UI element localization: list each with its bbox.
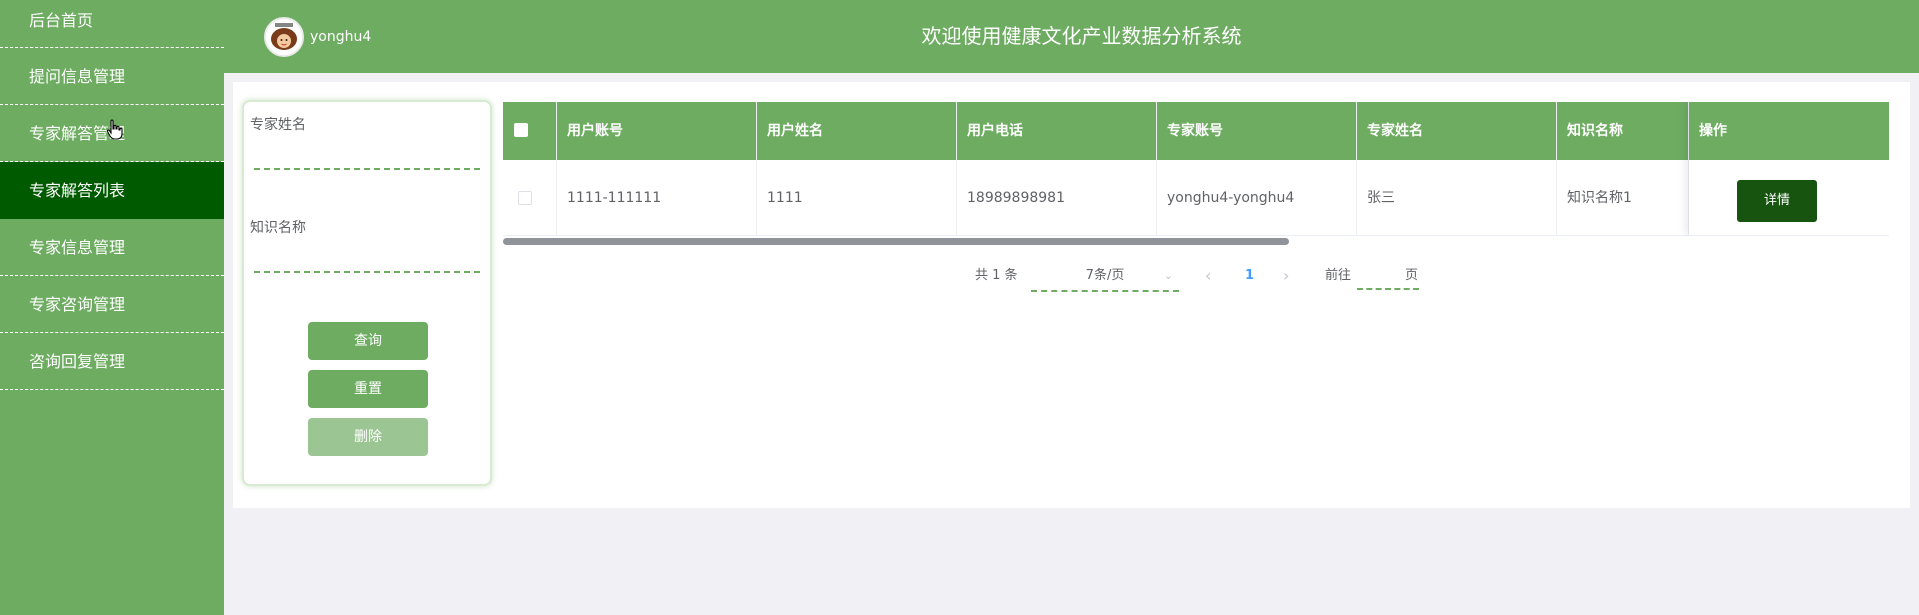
sidebar-item-home[interactable]: 后台首页 [0, 0, 224, 48]
page-number-current[interactable]: 1 [1245, 260, 1254, 292]
sidebar-item-label: 专家信息管理 [29, 238, 126, 257]
sidebar-item-label: 提问信息管理 [29, 67, 126, 86]
select-all-cell [503, 102, 557, 160]
query-button[interactable]: 查询 [308, 322, 428, 360]
chevron-down-icon: ⌄ [1163, 269, 1173, 282]
column-header-user-account[interactable]: 用户账号 [557, 102, 757, 160]
horizontal-scrollbar-thumb[interactable] [503, 238, 1289, 245]
sidebar-item-label: 专家咨询管理 [29, 295, 126, 314]
reset-button[interactable]: 重置 [308, 370, 428, 408]
table-header: 用户账号 用户姓名 用户电话 专家账号 专家姓名 知识名称 操作 [503, 102, 1889, 160]
select-all-checkbox[interactable] [514, 123, 528, 137]
sidebar: 后台首页 提问信息管理 专家解答管理 专家解答列表 专家信息管理 专家咨询管理 … [0, 0, 224, 615]
table-row: 1111-111111 1111 18989898981 yonghu4-yon… [503, 160, 1889, 236]
page-size-select[interactable]: 7条/页 ⌄ [1031, 260, 1179, 292]
pagination-total: 共 1 条 [975, 268, 1018, 283]
page-title: 欢迎使用健康文化产业数据分析系统 [921, 24, 1242, 48]
sidebar-item-label: 后台首页 [29, 11, 94, 30]
row-select-cell [503, 160, 557, 236]
cell-expert-name: 张三 [1357, 160, 1557, 236]
sidebar-item-expert-answer-management[interactable]: 专家解答管理 [0, 105, 224, 162]
cell-user-account: 1111-111111 [557, 160, 757, 236]
sidebar-item-label: 专家解答列表 [29, 181, 126, 200]
sidebar-item-expert-consult-management[interactable]: 专家咨询管理 [0, 276, 224, 333]
column-header-expert-account[interactable]: 专家账号 [1157, 102, 1357, 160]
cell-user-phone: 18989898981 [957, 160, 1157, 236]
cell-user-name: 1111 [757, 160, 957, 236]
column-header-user-name[interactable]: 用户姓名 [757, 102, 957, 160]
cell-expert-account: yonghu4-yonghu4 [1157, 160, 1357, 236]
sidebar-item-consult-reply-management[interactable]: 咨询回复管理 [0, 333, 224, 390]
column-header-user-phone[interactable]: 用户电话 [957, 102, 1157, 160]
expert-name-input[interactable] [254, 138, 480, 170]
sidebar-item-question-management[interactable]: 提问信息管理 [0, 48, 224, 105]
data-table: 用户账号 用户姓名 用户电话 专家账号 专家姓名 知识名称 操作 1111-11… [503, 102, 1889, 245]
page-size-value: 7条/页 [1085, 268, 1125, 283]
expert-name-label: 专家姓名 [250, 117, 306, 133]
page-suffix-label: 页 [1405, 268, 1419, 283]
next-page-icon[interactable]: › [1283, 260, 1289, 292]
top-header: yonghu4 欢迎使用健康文化产业数据分析系统 [224, 0, 1919, 73]
row-checkbox[interactable] [518, 191, 532, 205]
hand-cursor-icon [106, 119, 123, 140]
sidebar-item-expert-answer-list[interactable]: 专家解答列表 [0, 162, 224, 219]
column-header-expert-name[interactable]: 专家姓名 [1357, 102, 1557, 160]
prev-page-icon[interactable]: ‹ [1205, 260, 1211, 292]
detail-button[interactable]: 详情 [1737, 180, 1817, 222]
goto-label: 前往 [1325, 268, 1352, 283]
sidebar-item-label: 咨询回复管理 [29, 352, 126, 371]
search-panel: 专家姓名 知识名称 查询 重置 删除 [242, 100, 492, 486]
main-content: 专家姓名 知识名称 查询 重置 删除 用户账号 用户姓名 用户电话 专家账号 专… [233, 82, 1910, 508]
delete-button[interactable]: 删除 [308, 418, 428, 456]
knowledge-name-label: 知识名称 [250, 220, 306, 236]
column-header-knowledge-name[interactable]: 知识名称 [1557, 102, 1689, 160]
cell-knowledge-name: 知识名称1 [1557, 160, 1689, 236]
sidebar-item-expert-info-management[interactable]: 专家信息管理 [0, 219, 224, 276]
knowledge-name-input[interactable] [254, 241, 480, 273]
